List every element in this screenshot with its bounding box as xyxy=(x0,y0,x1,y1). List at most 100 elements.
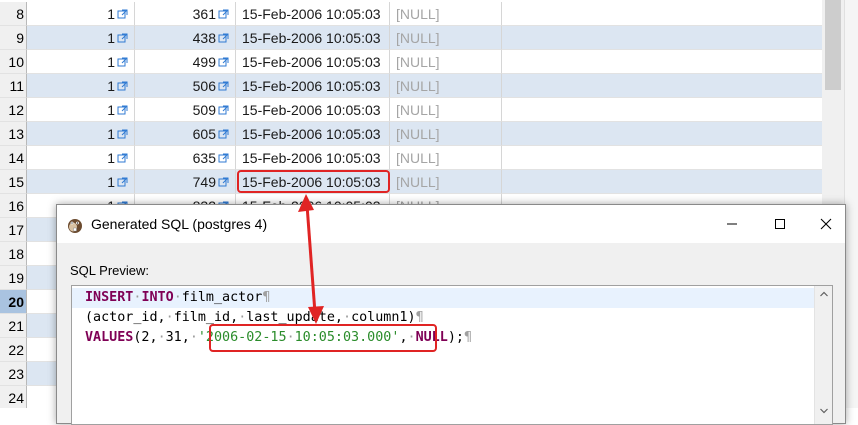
row-number[interactable]: 23 xyxy=(0,362,27,386)
sql-line[interactable]: (actor_id,·film_id,·last_update,·column1… xyxy=(72,308,814,328)
open-link-icon[interactable] xyxy=(218,9,229,20)
cell-film-id[interactable]: 749 xyxy=(135,170,236,194)
row-number[interactable]: 17 xyxy=(0,218,27,242)
cell-actor-id-text: 1 xyxy=(107,126,115,142)
cell-column1[interactable]: [NULL] xyxy=(390,170,502,194)
minimize-icon xyxy=(727,223,737,225)
row-number[interactable]: 20 xyxy=(0,290,27,314)
cell-actor-id[interactable]: 1 xyxy=(27,2,135,26)
table-row[interactable]: 13 1 605 15-Feb-2006 10:05:03 [NULL] xyxy=(0,122,822,146)
editor-vertical-scrollbar[interactable] xyxy=(814,286,832,424)
open-link-icon[interactable] xyxy=(218,177,229,188)
cell-film-id[interactable]: 506 xyxy=(135,74,236,98)
cell-actor-id[interactable]: 1 xyxy=(27,146,135,170)
row-number[interactable]: 8 xyxy=(0,2,27,26)
open-link-icon[interactable] xyxy=(218,153,229,164)
whitespace-marker: ¶ xyxy=(262,290,271,305)
cell-last-update[interactable]: 15-Feb-2006 10:05:03 xyxy=(236,26,390,50)
cell-column1[interactable]: [NULL] xyxy=(390,146,502,170)
grid-scrollbar-thumb[interactable] xyxy=(825,0,841,90)
cell-column1[interactable]: [NULL] xyxy=(390,2,502,26)
cell-column1-text: [NULL] xyxy=(396,102,440,118)
open-link-icon[interactable] xyxy=(218,33,229,44)
open-link-icon[interactable] xyxy=(117,105,128,116)
open-link-icon[interactable] xyxy=(117,9,128,20)
cell-column1[interactable]: [NULL] xyxy=(390,50,502,74)
table-row[interactable]: 12 1 509 15-Feb-2006 10:05:03 [NULL] xyxy=(0,98,822,122)
cell-last-update-text: 15-Feb-2006 10:05:03 xyxy=(242,54,381,70)
row-number[interactable]: 13 xyxy=(0,122,27,146)
row-number[interactable]: 21 xyxy=(0,314,27,338)
sql-line[interactable]: VALUES(2,·31,·'2006-02-15·10:05:03.000',… xyxy=(72,328,814,348)
close-button[interactable] xyxy=(803,205,849,243)
cell-last-update[interactable]: 15-Feb-2006 10:05:03 xyxy=(236,98,390,122)
table-row[interactable]: 11 1 506 15-Feb-2006 10:05:03 [NULL] xyxy=(0,74,822,98)
cell-actor-id[interactable]: 1 xyxy=(27,170,135,194)
whitespace-marker: · xyxy=(343,310,352,325)
cell-film-id[interactable]: 635 xyxy=(135,146,236,170)
table-row[interactable]: 15 1 749 15-Feb-2006 10:05:03 [NULL] xyxy=(0,170,822,194)
cell-last-update[interactable]: 15-Feb-2006 10:05:03 xyxy=(236,146,390,170)
cell-last-update[interactable]: 15-Feb-2006 10:05:03 xyxy=(236,50,390,74)
cell-film-id[interactable]: 438 xyxy=(135,26,236,50)
cell-column1-text: [NULL] xyxy=(396,78,440,94)
row-number[interactable]: 11 xyxy=(0,74,27,98)
row-number-text: 12 xyxy=(8,102,24,118)
cell-film-id[interactable]: 605 xyxy=(135,122,236,146)
row-number-text: 24 xyxy=(8,390,24,406)
cell-last-update-text: 15-Feb-2006 10:05:03 xyxy=(242,126,381,142)
sql-code-lines[interactable]: INSERT·INTO·film_actor¶ (actor_id,·film_i… xyxy=(72,288,814,348)
cell-last-update[interactable]: 15-Feb-2006 10:05:03 xyxy=(236,2,390,26)
cell-film-id[interactable]: 499 xyxy=(135,50,236,74)
cell-empty xyxy=(502,122,822,146)
open-link-icon[interactable] xyxy=(117,33,128,44)
cell-column1[interactable]: [NULL] xyxy=(390,98,502,122)
row-number[interactable]: 16 xyxy=(0,194,27,218)
cell-film-id[interactable]: 361 xyxy=(135,2,236,26)
dbeaver-beaver-icon xyxy=(66,216,84,234)
row-number[interactable]: 14 xyxy=(0,146,27,170)
row-number[interactable]: 9 xyxy=(0,26,27,50)
scroll-up-icon[interactable] xyxy=(819,289,829,299)
cell-actor-id[interactable]: 1 xyxy=(27,98,135,122)
open-link-icon[interactable] xyxy=(117,153,128,164)
cell-column1-text: [NULL] xyxy=(396,6,440,22)
cell-actor-id[interactable]: 1 xyxy=(27,122,135,146)
open-link-icon[interactable] xyxy=(117,57,128,68)
open-link-icon[interactable] xyxy=(218,81,229,92)
row-number[interactable]: 19 xyxy=(0,266,27,290)
cell-actor-id[interactable]: 1 xyxy=(27,26,135,50)
table-row[interactable]: 9 1 438 15-Feb-2006 10:05:03 [NULL] xyxy=(0,26,822,50)
cell-column1[interactable]: [NULL] xyxy=(390,26,502,50)
open-link-icon[interactable] xyxy=(218,57,229,68)
row-number[interactable]: 15 xyxy=(0,170,27,194)
cell-actor-id[interactable]: 1 xyxy=(27,50,135,74)
open-link-icon[interactable] xyxy=(218,105,229,116)
row-number[interactable]: 24 xyxy=(0,386,27,408)
open-link-icon[interactable] xyxy=(117,129,128,140)
table-row[interactable]: 10 1 499 15-Feb-2006 10:05:03 [NULL] xyxy=(0,50,822,74)
cell-column1[interactable]: [NULL] xyxy=(390,74,502,98)
sql-line[interactable]: INSERT·INTO·film_actor¶ xyxy=(72,288,814,308)
cell-last-update[interactable]: 15-Feb-2006 10:05:03 xyxy=(236,122,390,146)
whitespace-marker: ¶ xyxy=(415,310,424,325)
cell-column1-text: [NULL] xyxy=(396,126,440,142)
dialog-titlebar[interactable]: Generated SQL (postgres 4) xyxy=(57,205,845,243)
cell-column1[interactable]: [NULL] xyxy=(390,122,502,146)
cell-actor-id[interactable]: 1 xyxy=(27,74,135,98)
open-link-icon[interactable] xyxy=(117,177,128,188)
row-number[interactable]: 18 xyxy=(0,242,27,266)
table-row[interactable]: 14 1 635 15-Feb-2006 10:05:03 [NULL] xyxy=(0,146,822,170)
cell-film-id[interactable]: 509 xyxy=(135,98,236,122)
row-number[interactable]: 22 xyxy=(0,338,27,362)
open-link-icon[interactable] xyxy=(218,129,229,140)
sql-preview-editor[interactable]: INSERT·INTO·film_actor¶ (actor_id,·film_i… xyxy=(71,285,833,425)
table-row[interactable]: 8 1 361 15-Feb-2006 10:05:03 [NULL] xyxy=(0,2,822,26)
maximize-button[interactable] xyxy=(757,205,803,243)
row-number[interactable]: 10 xyxy=(0,50,27,74)
cell-last-update[interactable]: 15-Feb-2006 10:05:03 xyxy=(236,74,390,98)
open-link-icon[interactable] xyxy=(117,81,128,92)
row-number-text: 15 xyxy=(8,174,24,190)
minimize-button[interactable] xyxy=(709,205,755,243)
row-number[interactable]: 12 xyxy=(0,98,27,122)
